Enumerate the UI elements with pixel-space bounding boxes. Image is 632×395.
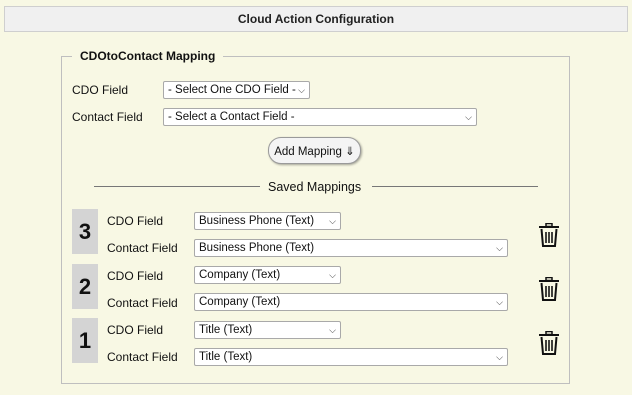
trash-icon[interactable] bbox=[538, 331, 560, 355]
row-contact-label: Contact Field bbox=[107, 296, 178, 310]
chevron-down-icon: ⌵ bbox=[329, 325, 336, 335]
chevron-down-icon: ⌵ bbox=[329, 216, 336, 226]
cdo-field-label: CDO Field bbox=[72, 83, 129, 97]
saved-mappings-title: Saved Mappings bbox=[268, 180, 362, 194]
add-mapping-button[interactable]: Add Mapping ⇓ bbox=[268, 137, 361, 164]
row-contact-select[interactable]: Company (Text) ⌵ bbox=[194, 293, 508, 311]
row-cdo-select[interactable]: Company (Text) ⌵ bbox=[194, 266, 341, 284]
saved-divider-right bbox=[372, 186, 538, 187]
chevron-down-icon: ⌵ bbox=[496, 243, 503, 253]
cdo-field-select-value: - Select One CDO Field - bbox=[168, 84, 296, 96]
row-cdo-label: CDO Field bbox=[107, 269, 164, 283]
contact-field-select-value: - Select a Contact Field - bbox=[168, 111, 295, 123]
chevron-down-icon: ⌵ bbox=[465, 112, 472, 122]
chevron-down-icon: ⌵ bbox=[496, 352, 503, 362]
chevron-down-icon: ⌵ bbox=[329, 270, 336, 280]
row-cdo-select-value: Title (Text) bbox=[199, 324, 253, 336]
mapping-number: 2 bbox=[72, 264, 98, 309]
row-contact-select-value: Business Phone (Text) bbox=[199, 242, 315, 254]
mapping-number: 1 bbox=[72, 318, 98, 363]
row-contact-select-value: Company (Text) bbox=[199, 296, 281, 308]
chevron-down-icon: ⌵ bbox=[298, 85, 305, 95]
row-contact-select-value: Title (Text) bbox=[199, 351, 253, 363]
row-contact-label: Contact Field bbox=[107, 350, 178, 364]
cdo-field-select[interactable]: - Select One CDO Field - ⌵ bbox=[163, 81, 310, 99]
mapping-number: 3 bbox=[72, 209, 98, 254]
row-contact-label: Contact Field bbox=[107, 241, 178, 255]
row-contact-select[interactable]: Title (Text) ⌵ bbox=[194, 348, 508, 366]
trash-icon[interactable] bbox=[538, 223, 560, 247]
window-title: Cloud Action Configuration bbox=[4, 6, 628, 32]
row-cdo-label: CDO Field bbox=[107, 214, 164, 228]
row-contact-select[interactable]: Business Phone (Text) ⌵ bbox=[194, 239, 508, 257]
row-cdo-select-value: Business Phone (Text) bbox=[199, 215, 315, 227]
row-cdo-select[interactable]: Title (Text) ⌵ bbox=[194, 321, 341, 339]
row-cdo-select-value: Company (Text) bbox=[199, 269, 281, 281]
row-cdo-label: CDO Field bbox=[107, 323, 164, 337]
trash-icon[interactable] bbox=[538, 277, 560, 301]
chevron-down-icon: ⌵ bbox=[496, 297, 503, 307]
row-cdo-select[interactable]: Business Phone (Text) ⌵ bbox=[194, 212, 341, 230]
saved-divider-left bbox=[94, 186, 260, 187]
contact-field-label: Contact Field bbox=[72, 110, 143, 124]
mapping-legend: CDOtoContact Mapping bbox=[72, 49, 224, 63]
contact-field-select[interactable]: - Select a Contact Field - ⌵ bbox=[163, 108, 477, 126]
